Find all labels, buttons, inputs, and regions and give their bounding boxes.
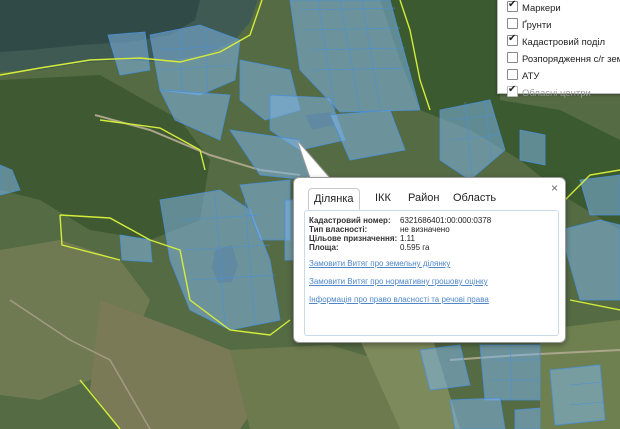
layer-item: Обласні центри [507,83,591,100]
parcel[interactable] [519,129,546,166]
info-value: 1.11 [400,234,415,243]
info-label: Цільове призначення: [309,234,398,243]
parcel-tab-panel: Кадастровий номер: 6321686401:00:000:0378… [304,210,559,336]
layer-checkbox [507,83,518,97]
layer-label: Ґрунти [522,20,552,31]
layer-item[interactable]: Ґрунти [507,18,551,32]
close-icon[interactable]: × [551,181,558,195]
parcel[interactable] [549,364,606,426]
layers-panel: Маркери Ґрунти Кадастровий поділ Розпорядже… [497,0,620,99]
info-label: Площа: [309,243,339,252]
tab-ikk[interactable]: ІКК [370,188,396,208]
info-value: 0.595 га [400,243,430,252]
layer-checkbox[interactable] [507,18,518,29]
layer-item[interactable]: АТУ [507,69,539,83]
layer-label: Обласні центри [522,88,591,99]
layer-checkbox[interactable] [507,0,518,12]
layer-label: Розпорядження с/г землями [522,54,620,65]
layer-label: АТУ [522,71,540,82]
tab-region[interactable]: Область [448,188,501,208]
popup-link[interactable]: Інформація про право власності та речові… [309,295,489,304]
layer-label: Кадастровий поділ [522,37,606,48]
parcel[interactable] [449,397,506,429]
layer-item[interactable]: Кадастровий поділ [507,32,606,49]
layer-checkbox[interactable] [507,52,518,63]
layer-checkbox[interactable] [507,69,518,80]
layer-item[interactable]: Маркери [507,0,561,15]
popup-link[interactable]: Замовити Витяг про нормативну грошову оц… [309,277,488,286]
tab-district[interactable]: Район [403,188,444,208]
parcel[interactable] [514,407,541,429]
layer-item[interactable]: Розпорядження с/г землями [507,52,620,66]
popup-link[interactable]: Замовити Витяг про земельну ділянку [309,259,450,268]
info-label: Тип власності: [309,225,368,234]
layer-checkbox[interactable] [507,32,518,46]
info-label: Кадастровий номер: [309,216,391,225]
info-value: не визначено [400,225,450,234]
parcel-info-popup: × Ділянка ІКК Район Область Кадастровий ном… [293,177,566,343]
tab-parcel[interactable]: Ділянка [308,188,360,210]
layer-label: Маркери [522,3,561,14]
info-value: 6321686401:00:000:0378 [400,216,492,225]
